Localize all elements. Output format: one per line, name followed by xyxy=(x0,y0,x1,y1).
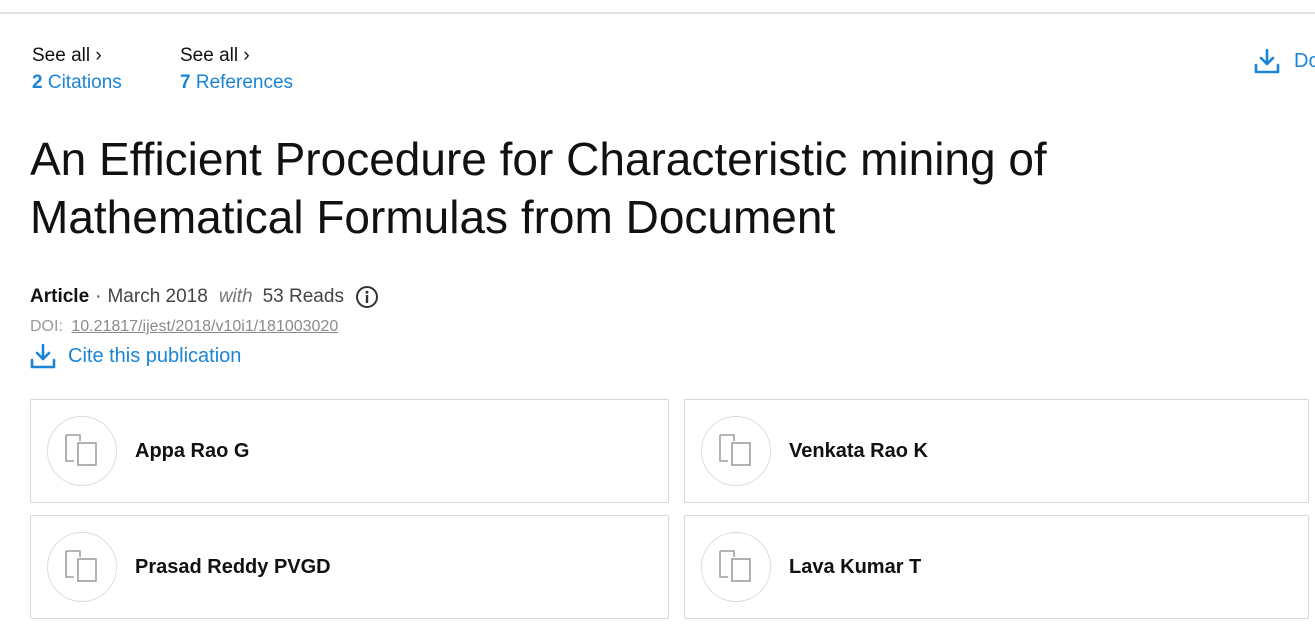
references-link[interactable]: 7 References xyxy=(180,69,293,96)
cite-publication-button[interactable]: Cite this publication xyxy=(30,343,241,369)
download-label: Do xyxy=(1294,49,1315,72)
publication-type: Article xyxy=(30,286,90,307)
author-name: Lava Kumar T xyxy=(789,555,922,578)
author-card[interactable]: Prasad Reddy PVGD xyxy=(30,515,669,619)
author-placeholder-icon xyxy=(701,532,771,602)
author-name: Prasad Reddy PVGD xyxy=(135,555,331,578)
author-card[interactable]: Lava Kumar T xyxy=(684,515,1309,619)
doi-label: DOI: xyxy=(30,318,63,335)
citations-stat: See all › 2 Citations xyxy=(32,42,122,96)
doi-line: DOI: 10.21817/ijest/2018/v10i1/181003020 xyxy=(30,317,338,337)
citations-see-all-link[interactable]: See all › xyxy=(32,42,122,69)
citations-count: 2 xyxy=(32,72,43,93)
author-card[interactable]: Appa Rao G xyxy=(30,399,669,503)
download-icon xyxy=(1254,48,1280,74)
author-placeholder-icon xyxy=(701,416,771,486)
citations-label: Citations xyxy=(47,72,122,93)
references-label: References xyxy=(195,72,294,93)
with-label: with xyxy=(218,286,253,307)
publication-page: See all › 2 Citations See all › 7 Refere… xyxy=(0,0,1315,639)
publication-date: March 2018 xyxy=(107,286,208,307)
info-icon[interactable] xyxy=(355,285,379,309)
references-stat: See all › 7 References xyxy=(180,42,293,96)
top-divider xyxy=(0,12,1315,14)
author-name: Appa Rao G xyxy=(135,439,250,462)
doi-link[interactable]: 10.21817/ijest/2018/v10i1/181003020 xyxy=(71,318,338,335)
meta-separator: · xyxy=(95,286,102,307)
author-name: Venkata Rao K xyxy=(789,439,928,462)
cite-download-icon xyxy=(30,343,56,369)
publication-title: An Efficient Procedure for Characteristi… xyxy=(30,133,1047,243)
author-placeholder-icon xyxy=(47,532,117,602)
publication-meta: Article · March 2018 with 53 Reads xyxy=(30,284,379,310)
author-card[interactable]: Venkata Rao K xyxy=(684,399,1309,503)
download-button[interactable]: Do xyxy=(1254,48,1315,74)
references-count: 7 xyxy=(180,72,191,93)
citations-link[interactable]: 2 Citations xyxy=(32,69,122,96)
reads-count: 53 Reads xyxy=(262,286,344,307)
references-see-all-link[interactable]: See all › xyxy=(180,42,293,69)
author-placeholder-icon xyxy=(47,416,117,486)
cite-label: Cite this publication xyxy=(68,344,242,367)
